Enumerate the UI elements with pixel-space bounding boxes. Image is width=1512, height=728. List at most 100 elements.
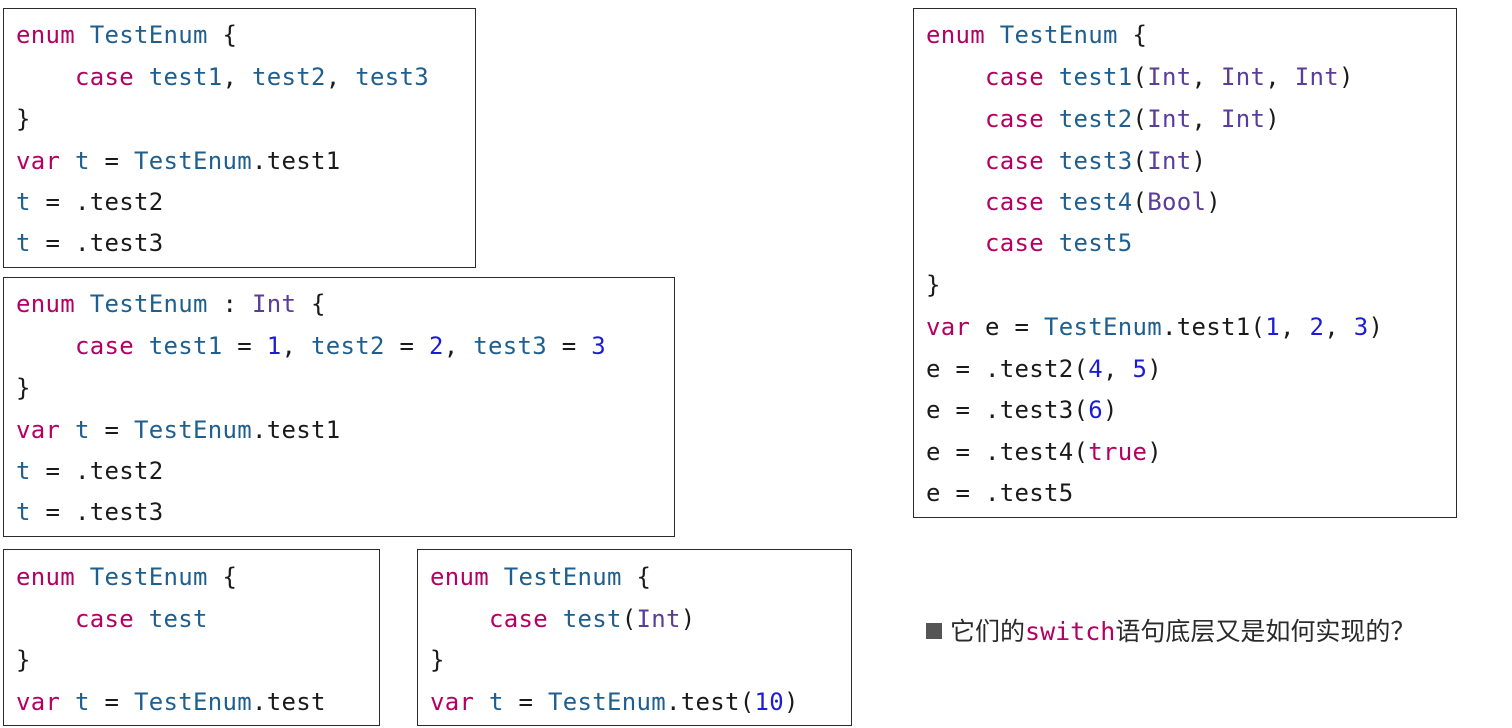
code-token: test xyxy=(148,605,208,633)
code-token: , xyxy=(222,63,252,91)
code-token: .test1( xyxy=(1162,313,1266,341)
code-line: enum TestEnum { xyxy=(16,556,237,598)
code-line: t = .test3 xyxy=(16,491,164,533)
code-token: ( xyxy=(1132,147,1148,175)
code-token: enum xyxy=(926,21,985,49)
code-token: enum xyxy=(16,563,75,591)
code-line: var e = TestEnum.test1(1, 2, 3) xyxy=(926,306,1383,348)
code-line: case test xyxy=(16,598,208,640)
code-token: TestEnum xyxy=(548,688,666,716)
code-token: 2 xyxy=(1309,313,1325,341)
code-line: var t = TestEnum.test(10) xyxy=(430,681,799,723)
code-token: TestEnum xyxy=(134,416,252,444)
code-token: 3 xyxy=(591,332,606,360)
code-token: TestEnum xyxy=(89,21,208,49)
code-token: TestEnum xyxy=(134,688,252,716)
code-token: = .test3 xyxy=(30,498,164,526)
code-token: , xyxy=(325,63,356,91)
code-token: = .test2 xyxy=(30,188,164,216)
code-line: t = .test2 xyxy=(16,450,164,492)
code-line: case test(Int) xyxy=(430,598,696,640)
code-token: test3 xyxy=(355,63,429,91)
code-token: TestEnum xyxy=(89,290,208,318)
code-token: t xyxy=(75,416,90,444)
code-token: = xyxy=(89,147,134,175)
code-token: 1 xyxy=(266,332,282,360)
code-token: : xyxy=(207,290,252,318)
code-token: e = .test5 xyxy=(926,479,1074,507)
code-line: e = .test4(true) xyxy=(926,431,1162,473)
code-token: case xyxy=(985,105,1044,133)
note-suffix: 语句底层又是如何实现的？ xyxy=(1115,617,1416,646)
code-token: TestEnum xyxy=(999,21,1118,49)
code-token: , xyxy=(443,332,474,360)
code-line: case test1, test2, test3 xyxy=(16,56,429,98)
code-token: test1 xyxy=(1058,63,1133,91)
code-token: ) xyxy=(1147,355,1162,383)
code-token: TestEnum xyxy=(89,563,208,591)
code-token: var xyxy=(16,147,61,175)
code-token: enum xyxy=(16,21,75,49)
code-token: t xyxy=(75,688,90,716)
code-token: true xyxy=(1088,438,1148,466)
code-token: = xyxy=(222,332,267,360)
code-token: } xyxy=(16,646,31,674)
code-token: Int xyxy=(252,290,297,318)
code-token: .test xyxy=(252,688,326,716)
code-token: , xyxy=(281,332,311,360)
code-block-basic-enum: enum TestEnum { case test1, test2, test3… xyxy=(3,8,476,268)
code-token: 5 xyxy=(1132,355,1148,383)
code-token: ) xyxy=(784,688,799,716)
code-token: .test1 xyxy=(252,416,341,444)
code-token: , xyxy=(1103,355,1133,383)
code-token: .test( xyxy=(666,688,755,716)
code-token: 6 xyxy=(1088,396,1103,424)
code-token: = xyxy=(547,332,592,360)
square-bullet-icon xyxy=(926,623,942,639)
code-token: ) xyxy=(1339,63,1354,91)
code-line: enum TestEnum { xyxy=(16,14,237,56)
code-token: Int xyxy=(1221,63,1266,91)
code-token: var xyxy=(430,688,475,716)
code-token: t xyxy=(16,457,31,485)
code-token: var xyxy=(16,416,61,444)
code-token: Int xyxy=(636,605,681,633)
code-token: 2 xyxy=(429,332,444,360)
code-line: e = .test5 xyxy=(926,472,1074,514)
code-token: ( xyxy=(1132,63,1148,91)
code-line: case test1(Int, Int, Int) xyxy=(926,56,1354,98)
code-token: e = xyxy=(970,313,1044,341)
code-line: var t = TestEnum.test xyxy=(16,681,326,723)
switch-question-note: 它们的switch语句底层又是如何实现的？ xyxy=(926,612,1415,652)
code-token: ( xyxy=(621,605,637,633)
code-token: test5 xyxy=(1058,229,1133,257)
code-token: ( xyxy=(1132,105,1148,133)
code-token: } xyxy=(430,646,445,674)
code-token: , xyxy=(1191,105,1221,133)
code-token: ) xyxy=(1265,105,1280,133)
code-token: } xyxy=(16,105,31,133)
code-line: } xyxy=(926,264,941,306)
code-block-raw-value-enum: enum TestEnum : Int { case test1 = 1, te… xyxy=(3,277,675,537)
code-token: case xyxy=(489,605,548,633)
code-token: case xyxy=(985,147,1044,175)
code-token: var xyxy=(926,313,971,341)
code-token: test1 xyxy=(148,63,223,91)
code-line: } xyxy=(16,98,31,140)
code-token: test4 xyxy=(1058,188,1133,216)
code-block-associated-values-enum: enum TestEnum { case test1(Int, Int, Int… xyxy=(913,8,1457,518)
code-token: = .test3 xyxy=(30,229,164,257)
code-line: enum TestEnum : Int { xyxy=(16,283,326,325)
code-line: } xyxy=(430,639,445,681)
code-line: } xyxy=(16,639,31,681)
